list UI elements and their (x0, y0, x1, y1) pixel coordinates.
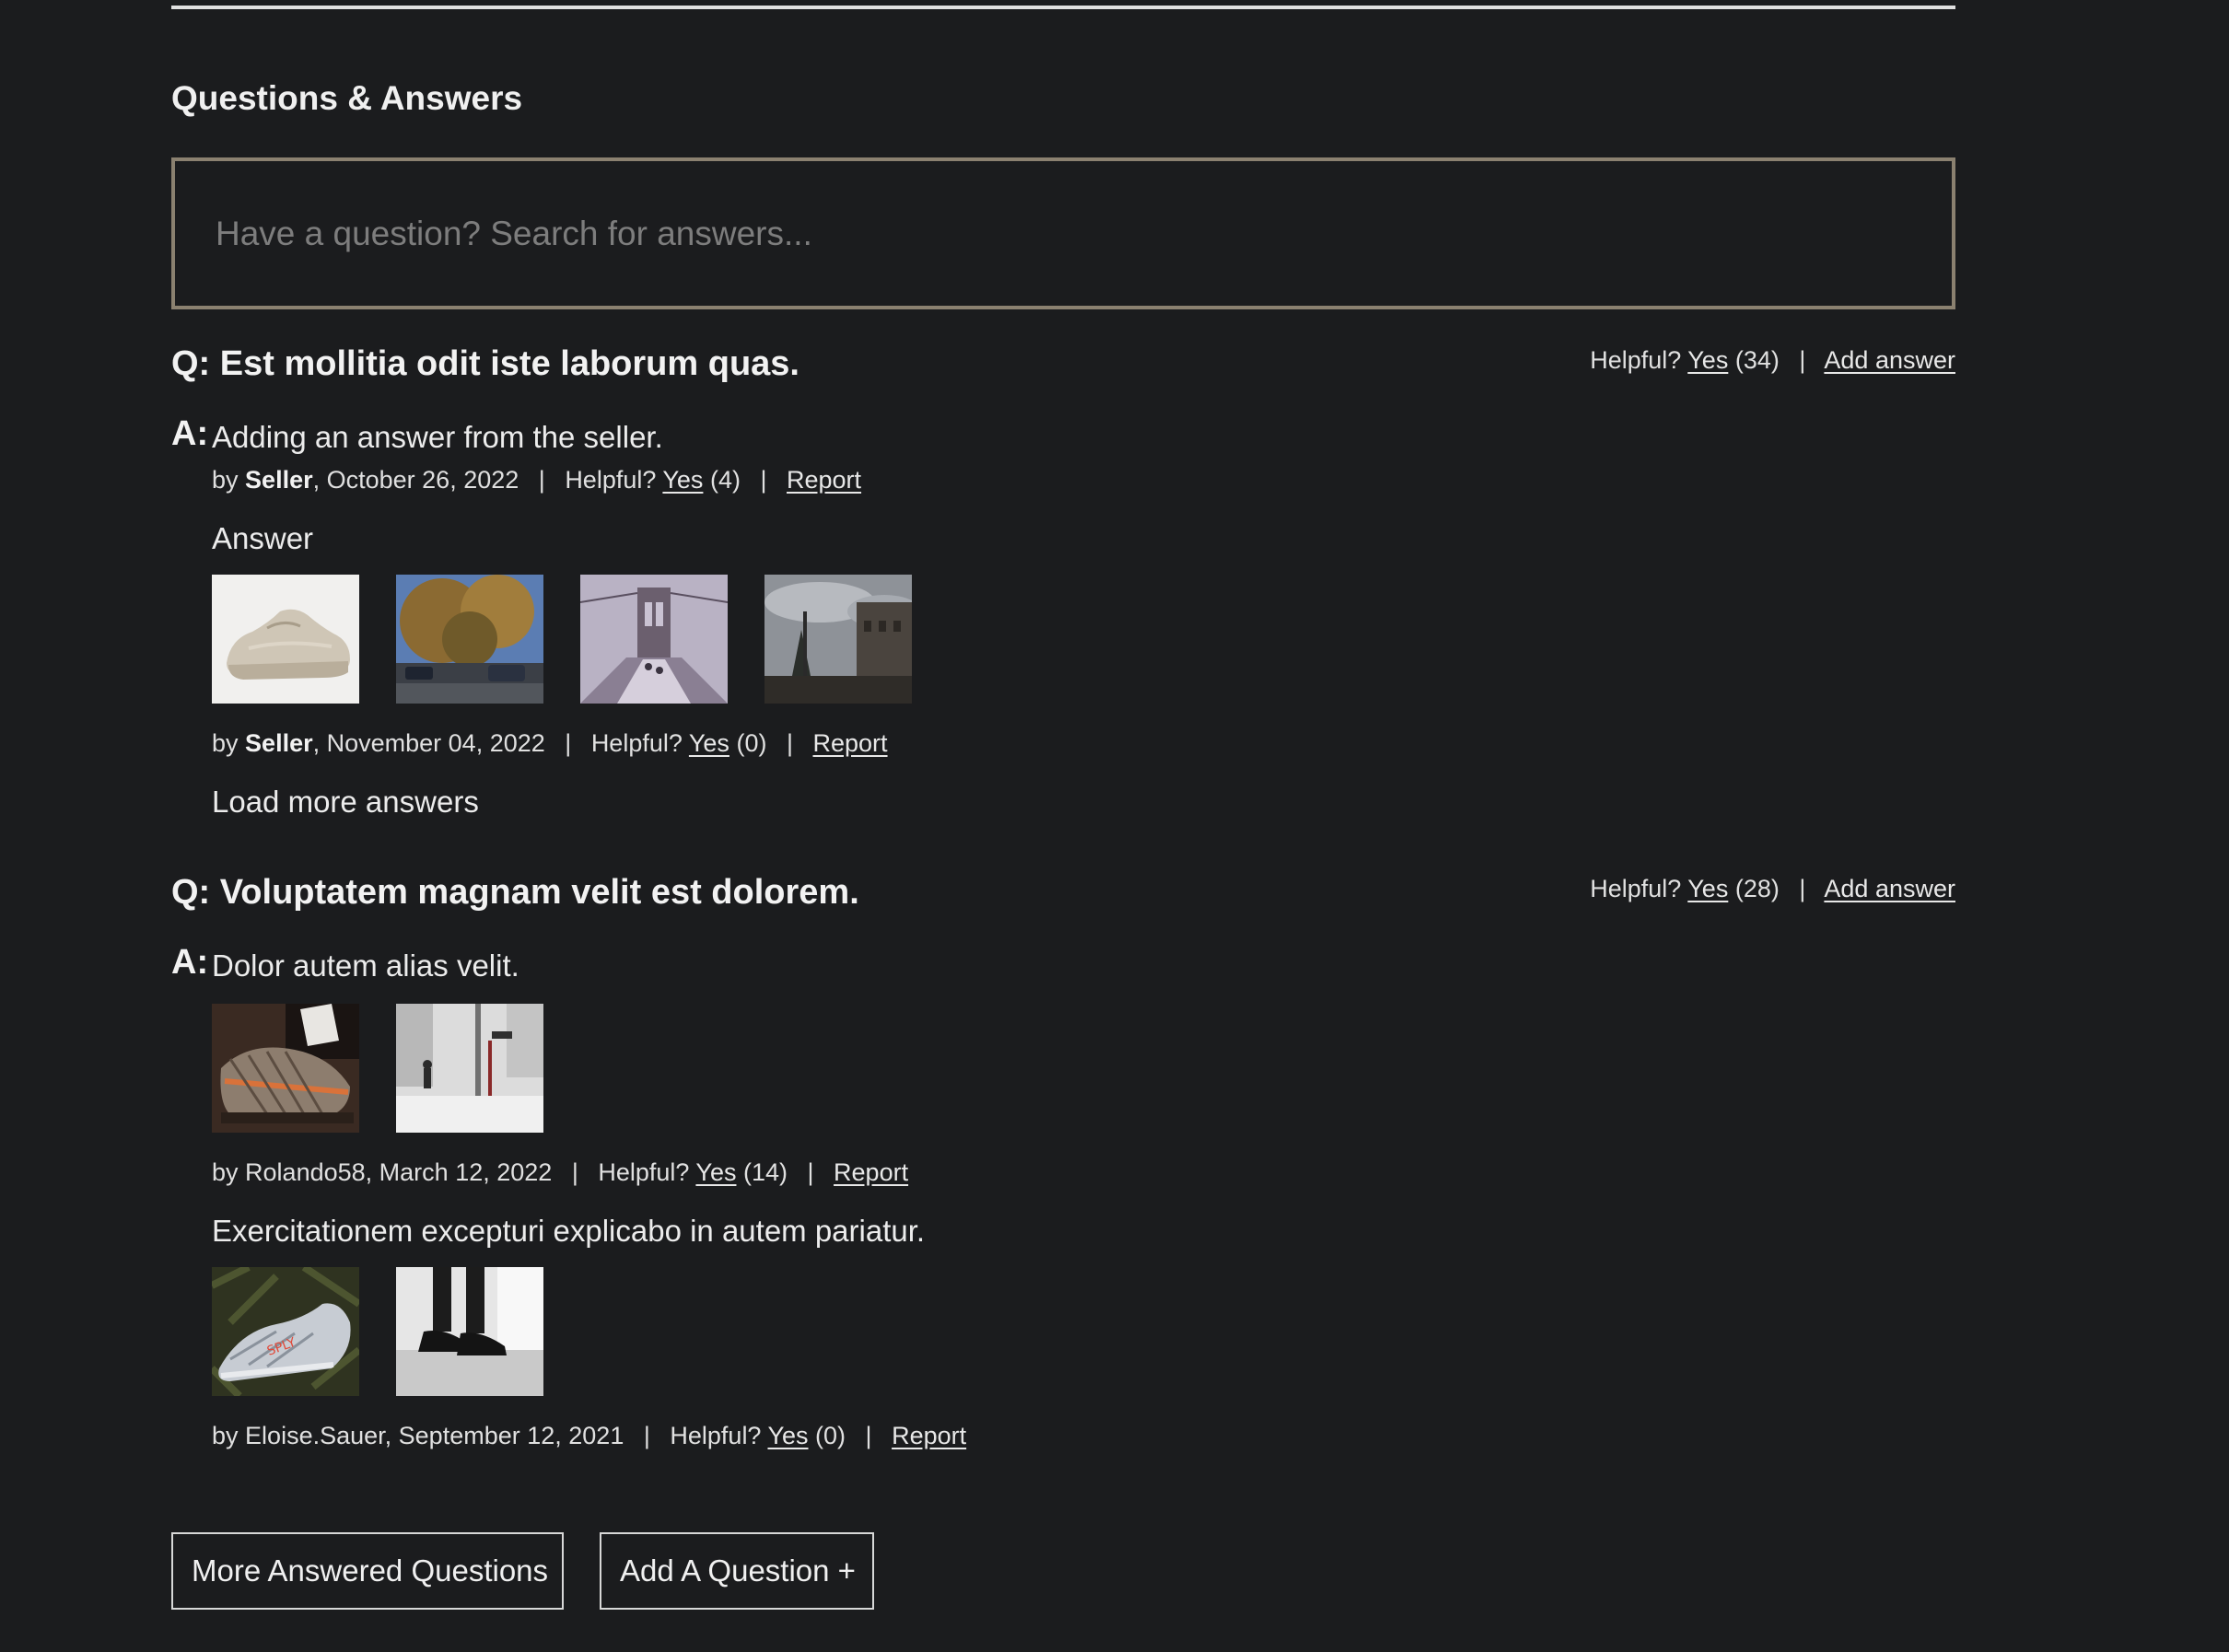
answer-author: Seller (245, 466, 313, 494)
helpful-count: (0) (736, 729, 767, 757)
question-meta: Helpful? Yes (28) | Add answer (1590, 875, 1955, 903)
separator: | (565, 729, 572, 757)
helpful-yes-link[interactable]: Yes (767, 1422, 808, 1449)
question-text: Q: Voluptatem magnam velit est dolorem. (171, 873, 859, 912)
answer-date: , October 26, 2022 (312, 466, 519, 494)
separator: | (643, 1422, 650, 1449)
add-question-button[interactable]: Add A Question + (600, 1532, 874, 1610)
answer-date: , November 04, 2022 (312, 729, 545, 757)
white-sneaker-leaves-photo[interactable]: SPLY (212, 1267, 359, 1396)
by-prefix: by (212, 1422, 239, 1449)
more-answered-questions-button[interactable]: More Answered Questions (171, 1532, 564, 1610)
answer-body: Answer (212, 521, 314, 555)
separator: | (786, 729, 793, 757)
answer-meta: by Eloise.Sauer, September 12, 2021 | He… (212, 1422, 966, 1450)
answer-body: Dolor autem alias velit. (212, 948, 519, 983)
answer-label: A: (171, 943, 209, 982)
answer-date: , September 12, 2021 (384, 1422, 624, 1449)
separator: | (865, 1422, 872, 1449)
report-link[interactable]: Report (813, 729, 888, 757)
helpful-label: Helpful? (1590, 875, 1682, 902)
helpful-label: Helpful? (1590, 346, 1682, 374)
sneaker-beige-photo[interactable] (212, 575, 359, 704)
cloudy-castle-photo[interactable] (764, 575, 912, 704)
black-sneakers-floor-photo[interactable] (396, 1267, 543, 1396)
answer-photos (212, 1004, 543, 1133)
helpful-label: Helpful? (590, 729, 683, 757)
qa-section: Questions & Answers Q: Est mollitia odit… (0, 0, 2229, 1652)
answer-body: Exercitationem excepturi explicabo in au… (212, 1214, 926, 1248)
by-prefix: by (212, 1158, 239, 1186)
answer-meta: by Rolando58, March 12, 2022 | Helpful? … (212, 1158, 908, 1187)
bridge-walkway-photo[interactable] (580, 575, 728, 704)
separator: | (538, 466, 545, 494)
report-link[interactable]: Report (834, 1158, 908, 1186)
question-meta: Helpful? Yes (34) | Add answer (1590, 346, 1955, 375)
separator: | (571, 1158, 578, 1186)
autumn-street-photo[interactable] (396, 575, 543, 704)
helpful-count: (28) (1734, 875, 1780, 902)
answer-label: A: (171, 414, 209, 453)
helpful-count: (4) (709, 466, 741, 494)
answer-body: Adding an answer from the seller. (212, 420, 663, 454)
snowy-street-photo[interactable] (396, 1004, 543, 1133)
helpful-yes-link[interactable]: Yes (1687, 875, 1728, 902)
answer-photos: SPLY (212, 1267, 543, 1396)
separator: | (1799, 875, 1806, 902)
by-prefix: by (212, 729, 239, 757)
helpful-count: (14) (742, 1158, 788, 1186)
answer-author: Seller (245, 729, 313, 757)
section-title: Questions & Answers (171, 79, 523, 117)
helpful-count: (34) (1734, 346, 1780, 374)
helpful-yes-link[interactable]: Yes (1687, 346, 1728, 374)
separator: | (760, 466, 767, 494)
separator: | (807, 1158, 814, 1186)
answer-photos (212, 575, 912, 704)
add-answer-link[interactable]: Add answer (1824, 346, 1955, 374)
answer-meta: by Seller, October 26, 2022 | Helpful? Y… (212, 466, 861, 494)
answer-meta: by Seller, November 04, 2022 | Helpful? … (212, 729, 888, 758)
answer-date: , March 12, 2022 (365, 1158, 553, 1186)
question-text: Q: Est mollitia odit iste laborum quas. (171, 344, 799, 383)
search-input[interactable] (175, 161, 1952, 306)
helpful-label: Helpful? (598, 1158, 690, 1186)
helpful-yes-link[interactable]: Yes (662, 466, 703, 494)
report-link[interactable]: Report (892, 1422, 966, 1449)
helpful-count: (0) (815, 1422, 846, 1449)
helpful-yes-link[interactable]: Yes (695, 1158, 736, 1186)
search-box[interactable] (171, 157, 1955, 309)
helpful-label: Helpful? (565, 466, 657, 494)
answer-author: Eloise.Sauer (245, 1422, 385, 1449)
report-link[interactable]: Report (787, 466, 861, 494)
load-more-answers-link[interactable]: Load more answers (212, 785, 479, 820)
helpful-label: Helpful? (670, 1422, 762, 1449)
top-divider (171, 6, 1955, 9)
striped-sneaker-photo[interactable] (212, 1004, 359, 1133)
separator: | (1799, 346, 1806, 374)
helpful-yes-link[interactable]: Yes (689, 729, 729, 757)
by-prefix: by (212, 466, 239, 494)
answer-author: Rolando58 (245, 1158, 366, 1186)
add-answer-link[interactable]: Add answer (1824, 875, 1955, 902)
